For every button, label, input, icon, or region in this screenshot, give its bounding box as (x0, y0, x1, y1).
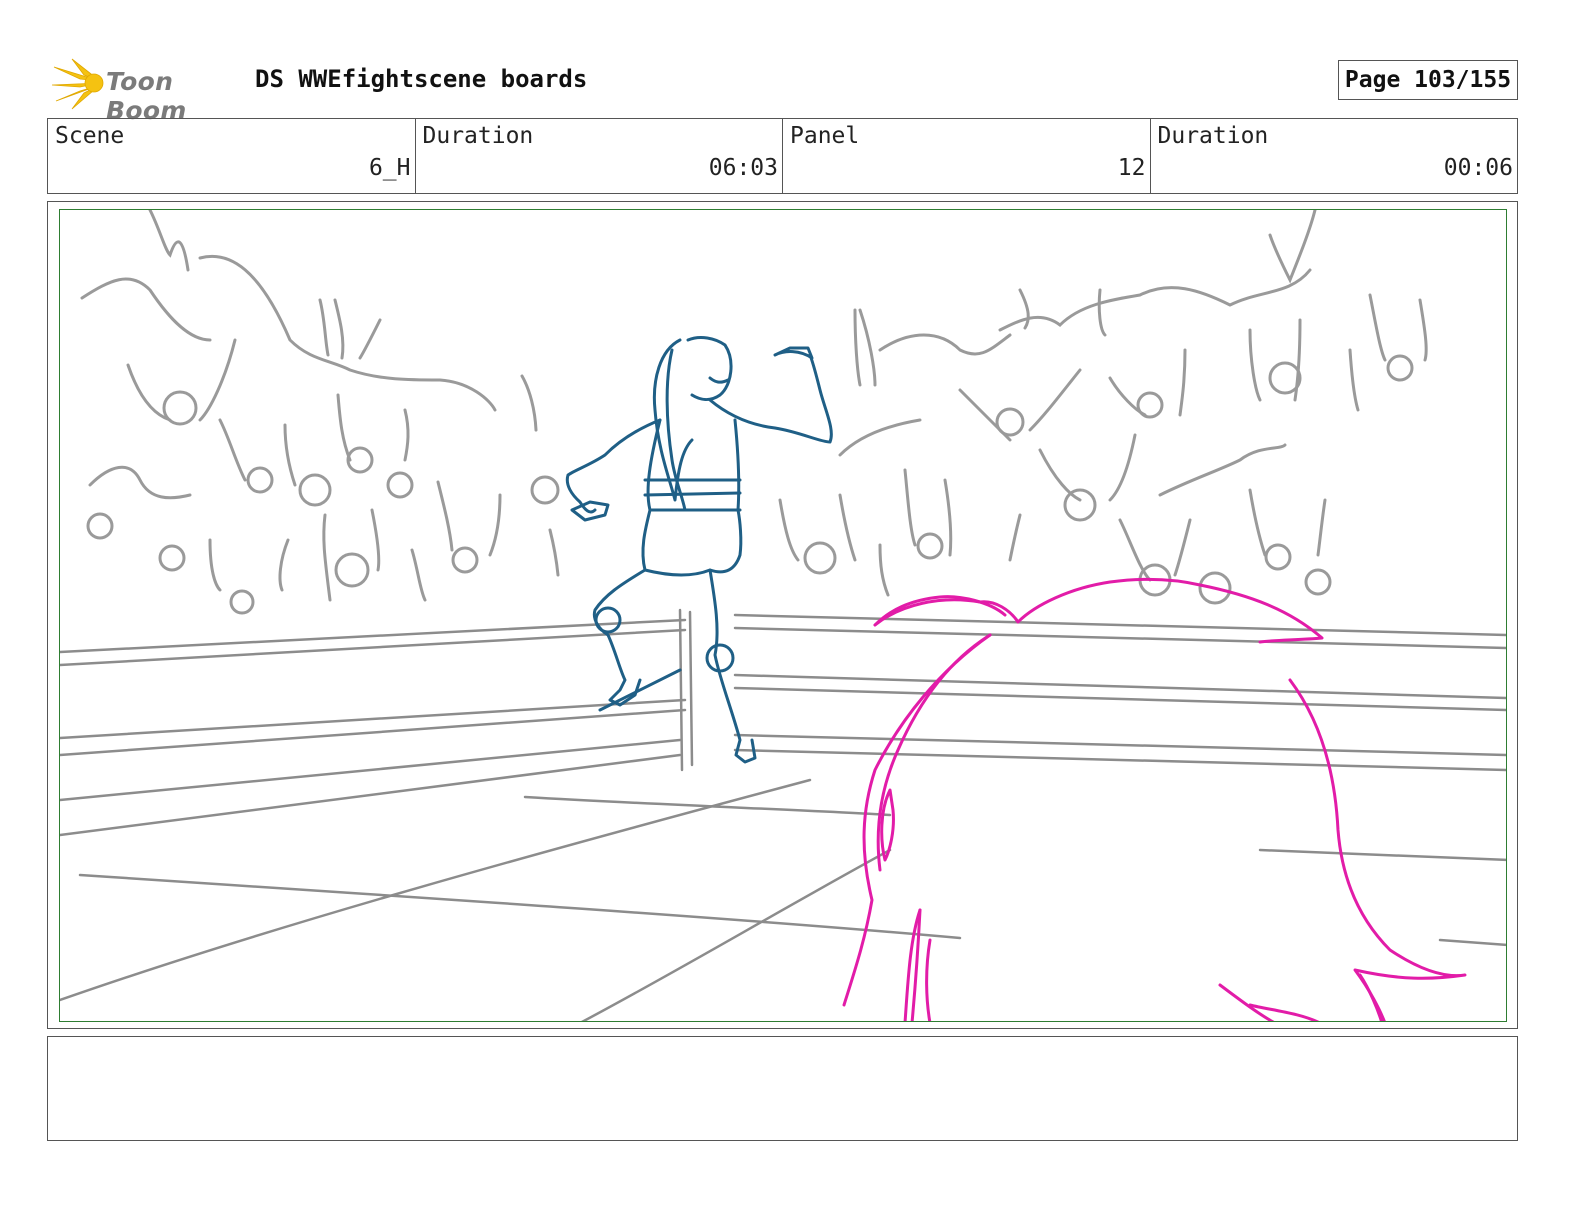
panel-cell: Panel 12 (783, 119, 1151, 193)
scene-duration-label: Duration (422, 123, 534, 149)
scene-label: Scene (55, 123, 125, 149)
storyboard-header: Toon Boom DS WWEfightscene boards Page 1… (50, 55, 1550, 125)
toon-boom-logo: Toon Boom (50, 55, 240, 125)
document-title: DS WWEfightscene boards (255, 65, 588, 93)
panel-duration-value: 00:06 (1443, 155, 1513, 181)
panel-duration-label: Duration (1157, 123, 1269, 149)
scene-duration-cell: Duration 06:03 (416, 119, 783, 193)
crowd-sketch (80, 210, 1428, 615)
starburst-icon (51, 58, 104, 110)
storyboard-panel-drawing (59, 209, 1507, 1022)
scene-cell: Scene 6_H (48, 119, 416, 193)
panel-duration-cell: Duration 00:06 (1151, 119, 1518, 193)
panel-notes-box (47, 1036, 1518, 1141)
ring-sketch (60, 608, 1506, 1021)
panel-value: 12 (1117, 155, 1146, 181)
panel-label: Panel (790, 123, 860, 149)
scene-value: 6_H (368, 155, 411, 181)
logo-text: Toon Boom (106, 67, 187, 125)
scene-duration-value: 06:03 (708, 155, 778, 181)
sketch-drawing (60, 210, 1506, 1021)
scene-info-table: Scene 6_H Duration 06:03 Panel 12 Durati… (47, 118, 1518, 194)
page-indicator: Page 103/155 (1338, 60, 1518, 100)
